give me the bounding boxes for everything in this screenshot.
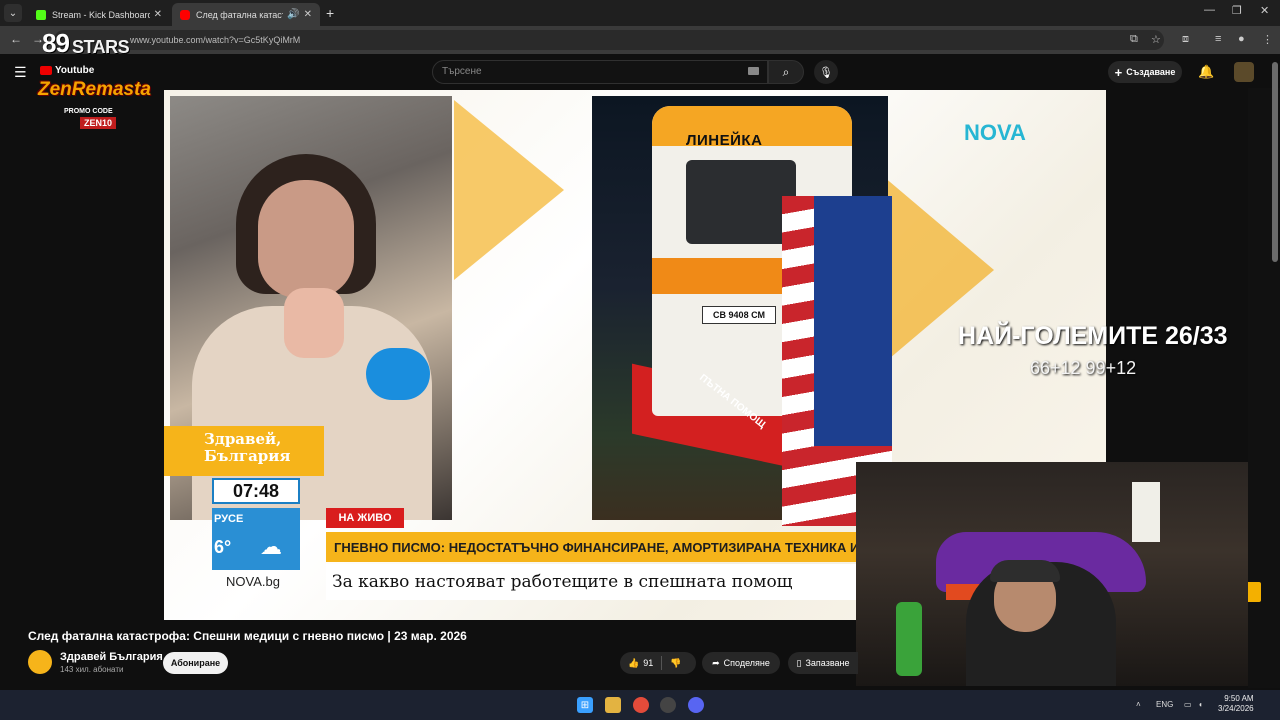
flag-canton (814, 196, 892, 446)
speaker-icon[interactable]: 🔊 (287, 9, 299, 20)
share-button[interactable]: ➦ Споделяне (702, 652, 780, 674)
share-label: Споделяне (723, 658, 770, 668)
overlay-promo-code: ZEN10 (80, 117, 117, 129)
nova-site: NOVA.bg (226, 574, 280, 589)
url-text[interactable]: www.youtube.com/watch?v=Gc5tKyQiMrM (130, 35, 300, 45)
keyboard-icon[interactable] (748, 67, 759, 75)
show-name-line2: България (204, 447, 291, 465)
extensions-icon[interactable]: ⧈ (1182, 33, 1189, 46)
page-scrollbar[interactable] (1272, 62, 1278, 262)
overlay-logo-number: 89 (42, 28, 70, 58)
woman-scarf (284, 288, 344, 358)
weather-temperature: 6° (214, 537, 232, 557)
weather-city: РУСЕ (214, 513, 244, 525)
like-dislike-group: 👍 91 👎 (620, 652, 696, 674)
orange-chevron-shape (454, 100, 564, 280)
browser-menu-icon[interactable]: ⋮ (1262, 33, 1273, 46)
taskbar-date: 3/24/2026 (1218, 704, 1254, 713)
ambulance-label: ЛИНЕЙКА (686, 132, 763, 149)
close-tab-icon[interactable]: ✕ (154, 9, 162, 20)
stream-score-detail: 66+12 99+12 (1030, 358, 1137, 378)
volume-icon[interactable]: ◖ (1198, 700, 1203, 709)
show-logo: Здравей, България (164, 426, 324, 476)
woman-face (258, 180, 354, 298)
search-button[interactable]: ⌕ (768, 60, 804, 84)
youtube-play-icon (40, 66, 52, 75)
thumbs-up-icon: 👍 (628, 657, 640, 668)
new-tab-button[interactable]: + (326, 5, 334, 21)
bookmark-star-icon[interactable]: ☆ (1151, 33, 1161, 46)
like-button[interactable]: 👍 91 (620, 656, 663, 670)
plus-icon: + (1114, 64, 1123, 80)
bookmark-icon: ▯ (796, 657, 802, 668)
overlay-youtube-label: Youtube (55, 65, 95, 76)
save-label: Запазване (805, 658, 850, 668)
stream-score-overlay: НАЙ-ГОЛЕМИТЕ 26/33 (958, 322, 1228, 350)
tab-title: След фатална катастрофа: (196, 9, 283, 20)
file-explorer-icon[interactable] (605, 697, 621, 713)
kick-favicon-icon (36, 9, 46, 20)
save-button[interactable]: ▯ Запазване (788, 652, 858, 674)
tab-youtube-video[interactable]: След фатална катастрофа: 🔊 ✕ (172, 3, 320, 26)
live-badge: НА ЖИВО (326, 508, 404, 528)
thumbs-down-icon: 👎 (670, 657, 682, 668)
webcam-overlay (856, 462, 1248, 686)
tab-title: Stream - Kick Dashboard (52, 9, 150, 20)
chrome-icon[interactable] (633, 697, 649, 713)
video-title: След фатална катастрофа: Спешни медици с… (28, 629, 467, 643)
studio-lamp (1132, 482, 1160, 542)
search-input[interactable] (432, 60, 768, 84)
taskbar-time: 9:50 AM (1224, 694, 1254, 703)
search-icon: ⌕ (782, 64, 790, 79)
overlay-promo-label: PROMO CODE (64, 108, 113, 115)
menu-icon[interactable]: ☰ (14, 64, 27, 81)
overlay-youtube-badge: Youtube (40, 65, 94, 76)
overlay-streamer-name: ZenRemasta (38, 79, 151, 100)
notifications-bell-icon[interactable]: 🔔 (1198, 64, 1214, 80)
broadcast-clock: 07:48 (212, 478, 300, 504)
maximize-icon[interactable]: ❐ (1232, 4, 1242, 17)
close-window-icon[interactable]: ✕ (1260, 4, 1269, 17)
license-plate: СВ 9408 СМ (702, 306, 776, 324)
back-icon[interactable]: ← (10, 32, 22, 46)
overlay-logo-stars: STARS (72, 37, 130, 57)
taskbar-clock[interactable]: 9:50 AM 3/24/2026 (1218, 694, 1254, 714)
ambulance-footage: ЛИНЕЙКА СВ 9408 СМ ПЪТНА ПОМОЩ (592, 96, 892, 526)
streamer-cap (990, 560, 1060, 582)
profile-icon[interactable]: ● (1238, 33, 1245, 45)
share-arrow-icon: ➦ (712, 657, 720, 668)
media-controls-icon[interactable]: ≡ (1215, 33, 1221, 45)
create-label: Създаване (1126, 67, 1176, 77)
dislike-button[interactable]: 👎 (662, 658, 689, 669)
nova-microphone (366, 348, 430, 400)
tray-chevron-icon[interactable]: ˄ (1136, 700, 1141, 709)
drink-bottle (896, 602, 922, 676)
channel-name[interactable]: Здравей България (60, 651, 163, 663)
account-avatar[interactable] (1234, 62, 1254, 82)
like-count: 91 (643, 658, 654, 668)
voice-search-button[interactable]: 🎙 (814, 60, 838, 84)
discord-icon[interactable] (688, 697, 704, 713)
ambulance-window (686, 160, 796, 244)
youtube-favicon-icon (180, 9, 190, 20)
minimize-icon[interactable]: — (1204, 4, 1215, 16)
windows-start-icon[interactable]: ⊞ (577, 697, 593, 713)
show-name-line1: Здравей, (204, 430, 282, 448)
subscriber-count: 143 хил. абонати (60, 665, 124, 674)
network-icon[interactable]: ▭ (1184, 700, 1192, 709)
obs-icon[interactable] (660, 697, 676, 713)
subscribe-button[interactable]: Абониране (163, 652, 228, 674)
create-button[interactable]: + Създаване (1108, 61, 1182, 83)
close-tab-icon[interactable]: ✕ (304, 9, 312, 20)
language-indicator[interactable]: ENG (1156, 700, 1173, 709)
nova-logo: NOVA (964, 120, 1026, 145)
rain-cloud-icon: ☁ (260, 534, 282, 559)
search-placeholder: Търсене (442, 66, 482, 77)
tab-kick-dashboard[interactable]: Stream - Kick Dashboard ✕ (28, 3, 170, 26)
install-app-icon[interactable]: ⧉ (1130, 33, 1138, 46)
tab-search-menu[interactable]: ⌄ (4, 4, 22, 22)
microphone-icon: 🎙 (819, 66, 833, 79)
channel-avatar[interactable] (28, 650, 52, 674)
